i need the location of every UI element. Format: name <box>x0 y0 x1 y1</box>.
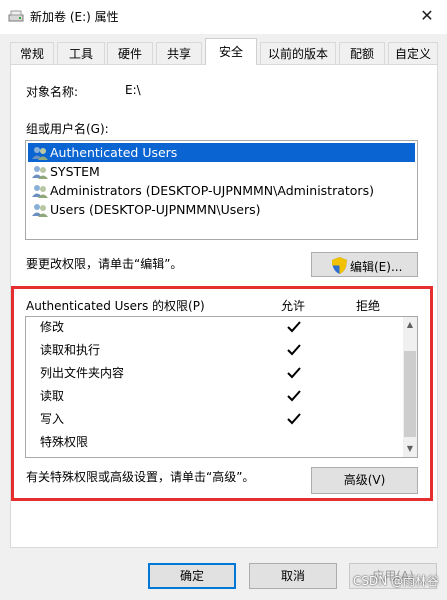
check-icon <box>287 321 301 333</box>
advanced-button[interactable]: 高级(V) <box>311 467 418 494</box>
tab-sharing[interactable]: 共享 <box>156 42 202 64</box>
permission-row-label: 写入 <box>40 412 65 426</box>
groups-label: 组或用户名(G): <box>26 122 109 136</box>
permission-row-label: 修改 <box>40 320 65 334</box>
tab-general[interactable]: 常规 <box>10 42 54 64</box>
scroll-down-icon[interactable]: ▼ <box>403 442 417 456</box>
permission-row-label: 特殊权限 <box>40 435 89 449</box>
edit-button[interactable]: 编辑(E)... <box>311 252 418 277</box>
list-item-authenticated-users[interactable]: Authenticated Users <box>28 143 415 162</box>
ok-button[interactable]: 确定 <box>148 563 236 589</box>
scroll-up-icon[interactable]: ▲ <box>403 318 417 332</box>
permissions-scrollbar[interactable]: ▲ ▼ <box>403 317 417 457</box>
permissions-list: 修改 读取和执行 列出文件夹内容 读取 写入 特殊权限 <box>25 316 418 458</box>
list-item-label: SYSTEM <box>50 164 100 179</box>
window-title: 新加卷 (E:) 属性 <box>30 10 119 24</box>
tab-hardware[interactable]: 硬件 <box>107 42 153 64</box>
groups-listbox[interactable]: Authenticated Users SYSTEM Administrator… <box>25 140 418 240</box>
watermark: CSDN @雨林谷 <box>352 574 439 588</box>
tab-previous-versions[interactable]: 以前的版本 <box>260 42 336 64</box>
tab-customize[interactable]: 自定义 <box>388 42 438 64</box>
users-icon <box>32 166 48 179</box>
users-icon <box>32 147 48 160</box>
advanced-hint: 有关特殊权限或高级设置，请单击“高级”。 <box>26 470 255 484</box>
check-icon <box>287 367 301 379</box>
list-item-system[interactable]: SYSTEM <box>28 162 415 181</box>
tab-quota[interactable]: 配额 <box>339 42 385 64</box>
allow-column-header: 允许 <box>281 299 306 313</box>
object-name-label: 对象名称: <box>26 85 79 99</box>
check-icon <box>287 413 301 425</box>
scroll-thumb[interactable] <box>404 351 416 437</box>
deny-column-header: 拒绝 <box>356 299 381 313</box>
tab-tools[interactable]: 工具 <box>57 42 105 64</box>
object-name-value: E:\ <box>125 83 141 97</box>
close-button[interactable]: ✕ <box>412 4 442 28</box>
permission-row-label: 读取和执行 <box>40 343 101 357</box>
permission-row-label: 读取 <box>40 389 65 403</box>
cancel-button[interactable]: 取消 <box>249 563 337 589</box>
tab-security[interactable]: 安全 <box>205 38 257 65</box>
permissions-header: Authenticated Users 的权限(P) <box>26 299 205 313</box>
list-item-administrators[interactable]: Administrators (DESKTOP-UJPNMMN\Administ… <box>28 181 415 200</box>
shield-icon <box>332 257 347 274</box>
list-item-label: Authenticated Users <box>50 145 178 160</box>
list-item-label: Users (DESKTOP-UJPNMMN\Users) <box>50 202 261 217</box>
check-icon <box>287 390 301 402</box>
title-bar: 新加卷 (E:) 属性 ✕ <box>0 0 447 34</box>
users-icon <box>32 204 48 217</box>
check-icon <box>287 344 301 356</box>
drive-icon <box>8 10 24 22</box>
list-item-label: Administrators (DESKTOP-UJPNMMN\Administ… <box>50 183 374 198</box>
permission-row-label: 列出文件夹内容 <box>40 366 125 380</box>
users-icon <box>32 185 48 198</box>
edit-hint: 要更改权限，请单击“编辑”。 <box>26 257 183 271</box>
list-item-users[interactable]: Users (DESKTOP-UJPNMMN\Users) <box>28 200 415 219</box>
edit-button-label: 编辑(E)... <box>350 260 403 274</box>
